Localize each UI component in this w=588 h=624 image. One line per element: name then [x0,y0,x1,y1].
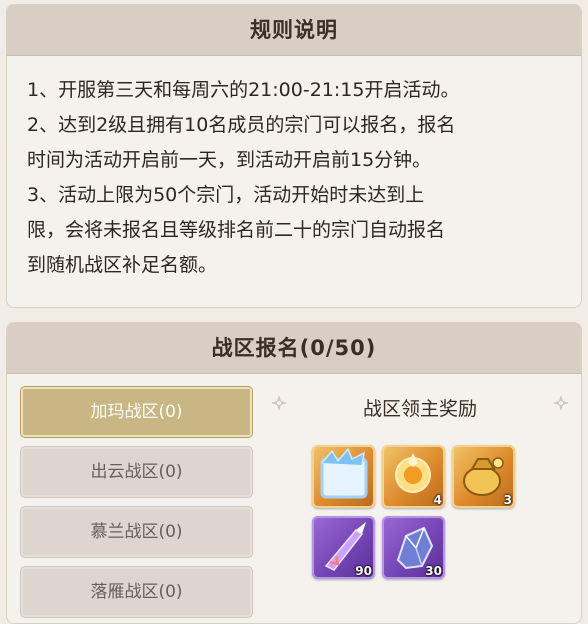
zone-tab-label: 慕兰战区(0) [90,522,183,542]
zone-tab-chuyun[interactable]: 出云战区(0) [21,447,252,497]
reward-count: 90 [355,564,372,578]
rule-line: 时间为活动开启前一天，到活动开启前15分钟。 [27,149,432,171]
zone-tab-jiama[interactable]: 加玛战区(0) [21,387,252,437]
reward-slot[interactable]: 4 [382,445,445,508]
signup-title: 战区报名(0/50) [7,323,581,374]
reward-slot[interactable]: 90 [312,516,375,579]
rule-line: 到随机战区补足名额。 [27,254,218,276]
reward-count: 30 [425,564,442,578]
rule-line: 1、开服第三天和每周六的21:00-21:15开启活动。 [27,79,460,101]
reward-count: 3 [503,493,512,507]
rules-panel: 规则说明 1、开服第三天和每周六的21:00-21:15开启活动。 2、达到2级且… [6,4,582,308]
zone-signup-panel: 战区报名(0/50) 加玛战区(0) 出云战区(0) 慕兰战区(0) 落雁战区(… [6,322,582,624]
zone-tab-luoyan[interactable]: 落雁战区(0) [21,567,252,617]
ice-frame-icon [320,447,368,499]
reward-slot[interactable]: 3 [452,445,515,508]
zone-tab-label: 落雁战区(0) [90,582,183,602]
reward-slot[interactable] [312,445,375,508]
rules-title: 规则说明 [7,5,581,56]
zone-tab-label: 出云战区(0) [90,462,183,482]
reward-count: 4 [433,493,442,507]
rule-line: 限，会将未报名且等级排名前二十的宗门自动报名 [27,219,446,241]
rule-line: 3、活动上限为50个宗门，活动开始时未达到上 [27,184,425,206]
rule-line: 2、达到2级且拥有10名成员的宗门可以报名，报名 [27,114,456,136]
zone-tab-label: 加玛战区(0) [90,402,183,422]
zone-tab-mulan[interactable]: 慕兰战区(0) [21,507,252,557]
rules-text: 1、开服第三天和每周六的21:00-21:15开启活动。 2、达到2级且拥有10名… [27,73,563,283]
reward-title: 战区领主奖励 [362,398,477,420]
reward-slot[interactable]: 30 [382,516,445,579]
